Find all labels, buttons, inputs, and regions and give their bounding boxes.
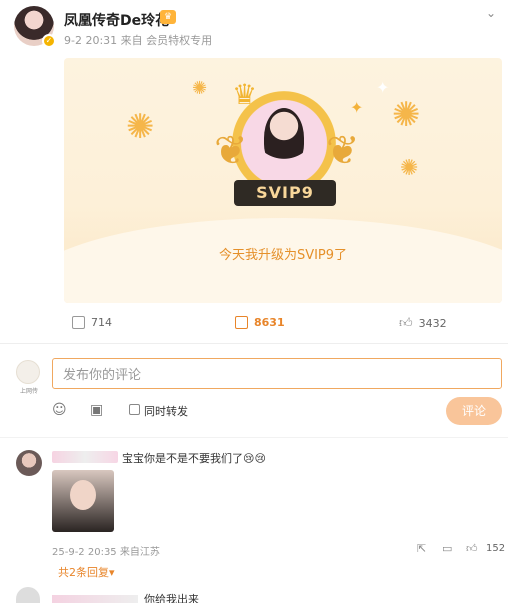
post-meta: 9-2 20:31 来自 会员特权专用: [64, 34, 213, 47]
sparkle-icon: ✦: [376, 78, 390, 97]
share-icon[interactable]: ⇱: [417, 542, 426, 555]
commenter-name-blurred: [52, 595, 138, 603]
commenter-avatar[interactable]: [16, 587, 40, 603]
verified-icon: ✓: [42, 34, 56, 48]
repost-count: 714: [91, 316, 112, 329]
sparkle-icon: ✦: [350, 98, 364, 117]
author-name[interactable]: 凤凰传奇De玲花: [64, 10, 169, 30]
comment-input[interactable]: 发布你的评论: [52, 358, 502, 389]
like-icon[interactable]: 👍︎: [466, 542, 478, 555]
crown-badge-icon: ♛: [160, 10, 176, 24]
comment-text: 宝宝你是不是不要我们了😢😢: [122, 450, 266, 466]
like-count: 3432: [418, 317, 447, 330]
chevron-down-icon[interactable]: ⌄: [486, 6, 496, 20]
commenter-name-blurred: [52, 451, 118, 463]
firework-icon: ✺: [392, 95, 421, 135]
image-icon[interactable]: ▣: [90, 402, 103, 418]
laurel-left-icon: ❦: [214, 128, 248, 174]
reply-icon[interactable]: ▭: [442, 542, 452, 555]
submit-comment-button[interactable]: 评论: [446, 397, 502, 425]
my-avatar-caption: 上网传: [19, 388, 38, 395]
post-stats: 714 8631 👍︎ 3432: [0, 316, 508, 334]
profile-photo: [264, 108, 304, 168]
laurel-right-icon: ❦: [326, 128, 360, 174]
comment-meta: 25-9-2 20:35 来自江苏: [52, 547, 160, 558]
comment-image[interactable]: [52, 470, 114, 532]
comment-like-count: 152: [486, 543, 506, 554]
comment-button[interactable]: 8631: [235, 316, 285, 329]
divider: [0, 343, 508, 344]
view-replies-link[interactable]: 共2条回复▾: [58, 564, 115, 580]
comment-icon: [235, 316, 248, 329]
svip-card-image[interactable]: ✺ ✺ ✺ ✺ ✦ ✦ ♛ ❦ ❦ SVIP9 今天我升级为SVIP9了: [64, 58, 502, 303]
comment-emojis: 😢😢: [243, 452, 266, 465]
emoji-icon[interactable]: ☺: [52, 402, 67, 418]
divider: [0, 437, 508, 438]
repost-icon: [72, 316, 85, 329]
repost-button[interactable]: 714: [72, 316, 112, 329]
photo-face: [70, 480, 96, 510]
card-caption: 今天我升级为SVIP9了: [218, 248, 348, 263]
firework-icon: ✺: [192, 78, 208, 99]
firework-icon: ✺: [126, 107, 155, 147]
commenter-avatar[interactable]: [16, 450, 42, 476]
my-avatar: [16, 360, 40, 384]
comment-text: 你给我出来: [144, 593, 199, 603]
firework-icon: ✺: [400, 156, 419, 181]
repost-checkbox-label: 同时转发: [144, 405, 188, 418]
repost-checkbox[interactable]: [129, 404, 140, 415]
crown-icon: ♛: [232, 78, 258, 111]
comment-count: 8631: [254, 316, 285, 329]
like-button[interactable]: 👍︎ 3432: [399, 316, 447, 331]
comment-body: 宝宝你是不是不要我们了: [122, 452, 243, 465]
like-icon: 👍︎: [399, 316, 413, 331]
svip-badge: SVIP9: [234, 180, 336, 206]
